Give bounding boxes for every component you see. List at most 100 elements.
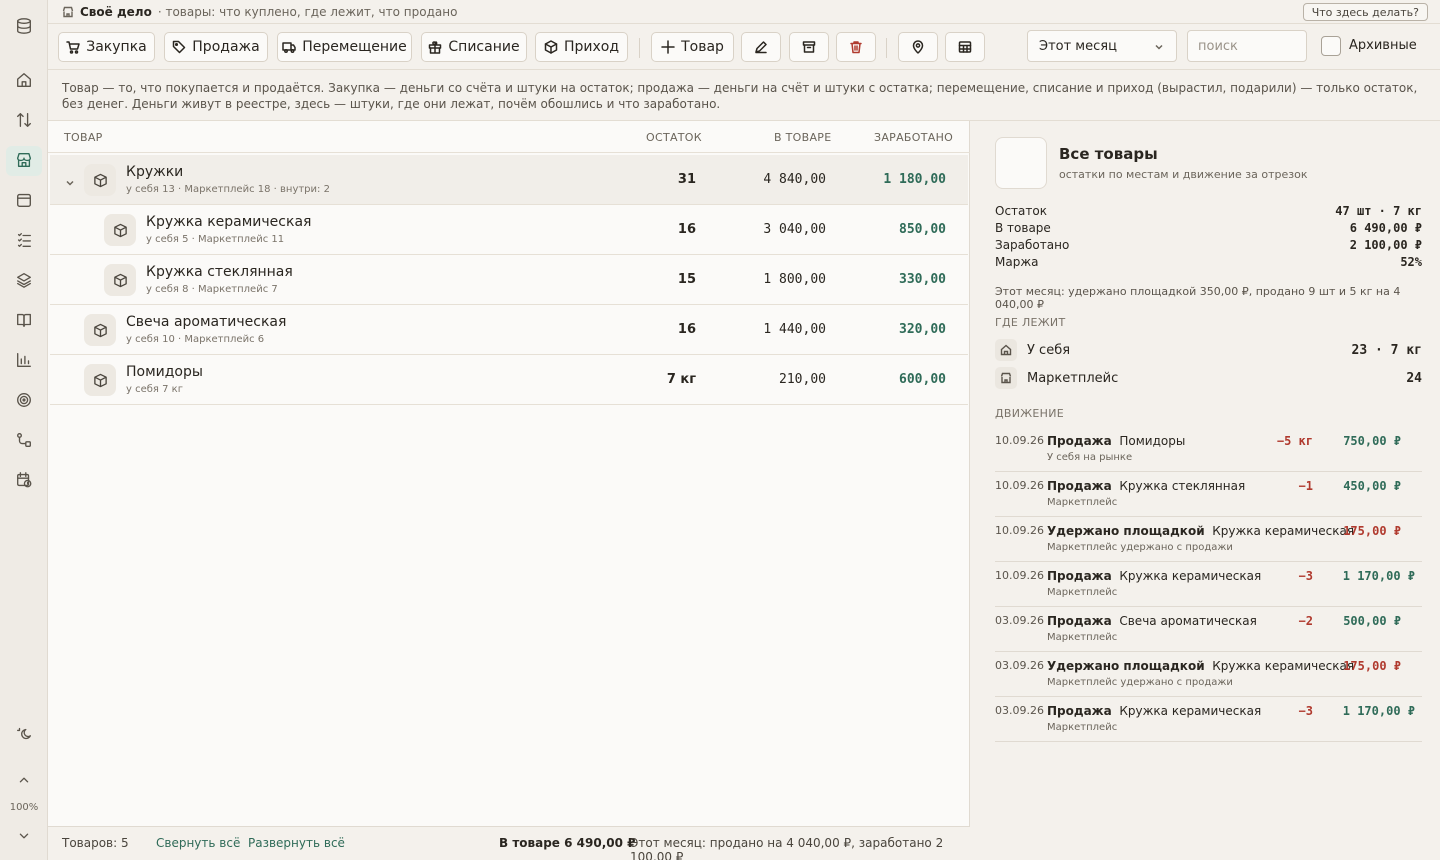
chart-icon[interactable] [14,350,34,370]
location-pin-icon [912,40,924,54]
item-stock: 16 [677,322,696,337]
item-meta: у себя 5 · Маркетплейс 11 [146,234,285,245]
move-type: Продажа [1047,614,1112,628]
move-type: Удержано площадкой [1047,524,1205,538]
moves-title: ДВИЖЕНИЕ [995,407,1065,420]
archived-checkbox[interactable] [1321,36,1341,56]
movement-row[interactable]: 10.09.26 Продажа Помидоры У себя на рынк… [995,427,1422,472]
expand-all-link[interactable]: Развернуть всё [248,836,345,850]
period-value: Этот месяц [1039,38,1117,54]
archive-button[interactable] [789,32,829,62]
location-row[interactable]: Маркетплейс 24 [995,367,1422,393]
chevron-down-icon[interactable] [14,826,34,846]
layers-icon[interactable] [14,270,34,290]
move-date: 03.09.26 [995,704,1044,717]
movement-row[interactable]: 03.09.26 Удержано площадкой Кружка керам… [995,652,1422,697]
title-bar: Своё дело · товары: что куплено, где леж… [48,0,1440,24]
edit-button[interactable] [741,32,781,62]
box-icon [84,164,116,196]
chevron-down-icon[interactable] [65,173,75,186]
home-icon[interactable] [14,70,34,90]
item-meta: у себя 7 кг [126,384,183,395]
target-icon[interactable] [14,390,34,410]
writeoff-button[interactable]: Списание [421,32,527,62]
table-view-button[interactable] [945,32,985,62]
move-button[interactable]: Перемещение [277,32,412,62]
sell-button[interactable]: Продажа [164,32,268,62]
move-date: 10.09.26 [995,434,1044,447]
page-description: Товар — то, что покупается и продаётся. … [48,71,1440,121]
item-name: Помидоры [126,364,203,380]
move-item: Кружка керамическая [1212,659,1355,673]
table-row[interactable]: Кружка керамическая у себя 5 · Маркетпле… [50,205,968,255]
movement-row[interactable]: 03.09.26 Продажа Кружка керамическая Мар… [995,697,1422,742]
period-select[interactable]: Этот месяц [1027,30,1177,62]
flow-icon[interactable] [14,430,34,450]
move-date: 03.09.26 [995,614,1044,627]
movement-row[interactable]: 10.09.26 Продажа Кружка керамическая Мар… [995,562,1422,607]
stat-value: 47 шт · 7 кг [1335,204,1422,218]
stat-label: Маржа [995,255,1039,269]
location-value: 24 [1406,371,1422,386]
archive-icon [802,41,816,53]
header-value[interactable]: В ТОВАРЕ [774,131,831,144]
wallet-icon[interactable] [14,190,34,210]
database-icon[interactable] [14,16,34,36]
month-summary: Этот месяц: продано на 4 040,00 ₽, зараб… [630,836,944,860]
move-type: Удержано площадкой [1047,659,1205,673]
move-sub: Маркетплейс удержано с продажи [1047,677,1233,688]
move-amount: 750,00 ₽ [1343,434,1401,448]
move-qty: −3 [1298,704,1313,718]
header-earned[interactable]: ЗАРАБОТАНО [874,131,953,144]
location-row[interactable]: У себя 23 · 7 кг [995,339,1422,365]
table-row[interactable]: Кружки у себя 13 · Маркетплейс 18 · внут… [50,155,968,205]
buy-button[interactable]: Закупка [58,32,155,62]
chevron-up-icon[interactable] [14,770,34,790]
item-value: 1 800,00 [763,272,826,287]
item-earned: 320,00 [899,322,946,337]
stat-label: Заработано [995,238,1070,252]
table-row[interactable]: Свеча ароматическая у себя 10 · Маркетпл… [50,305,968,355]
book-icon[interactable] [14,310,34,330]
income-button[interactable]: Приход [535,32,628,62]
move-item: Кружка керамическая [1212,524,1355,538]
move-sub: Маркетплейс [1047,632,1118,643]
collapse-all-link[interactable]: Свернуть всё [156,836,240,850]
header-item[interactable]: ТОВАР [64,131,103,144]
add-item-button[interactable]: Товар [651,32,734,62]
item-value: 4 840,00 [763,172,826,187]
transfer-icon[interactable] [14,110,34,130]
move-item: Помидоры [1119,434,1186,448]
details-panel: Все товары остатки по местам и движение … [971,121,1440,860]
box-icon [84,364,116,396]
app-window: 100% Своё дело · товары: что куплено, гд… [0,0,1440,860]
item-value: 3 040,00 [763,222,826,237]
table-footer: Товаров: 5 Свернуть всё Развернуть всё В… [48,826,970,860]
stat-value: 2 100,00 ₽ [1349,238,1422,252]
help-button[interactable]: Что здесь делать? [1302,3,1428,21]
location-button[interactable] [898,32,938,62]
item-value: 1 440,00 [763,322,826,337]
move-sub: Маркетплейс [1047,722,1118,733]
search-input[interactable] [1187,30,1307,62]
items-table: ТОВАР ОСТАТОК В ТОВАРЕ ЗАРАБОТАНО Кружки… [48,121,970,860]
header-stock[interactable]: ОСТАТОК [646,131,702,144]
calendar-icon[interactable] [14,470,34,490]
period-note: Этот месяц: удержано площадкой 350,00 ₽,… [995,285,1401,311]
home-icon [995,339,1017,361]
table-row[interactable]: Помидоры у себя 7 кг 7 кг 210,00 600,00 [50,355,968,405]
move-date: 10.09.26 [995,479,1044,492]
movement-row[interactable]: 10.09.26 Продажа Кружка стеклянная Марке… [995,472,1422,517]
move-item: Кружка керамическая [1119,569,1262,583]
chevron-down-icon [1154,41,1164,51]
writeoff-label: Списание [448,39,520,55]
list-icon[interactable] [14,230,34,250]
movement-row[interactable]: 10.09.26 Удержано площадкой Кружка керам… [995,517,1422,562]
store-icon[interactable] [14,150,34,170]
theme-icon[interactable] [14,724,34,744]
table-row[interactable]: Кружка стеклянная у себя 8 · Маркетплейс… [50,255,968,305]
movement-row[interactable]: 03.09.26 Продажа Свеча ароматическая Мар… [995,607,1422,652]
item-stock: 7 кг [666,372,696,387]
delete-button[interactable] [836,32,876,62]
store-icon [62,6,74,18]
